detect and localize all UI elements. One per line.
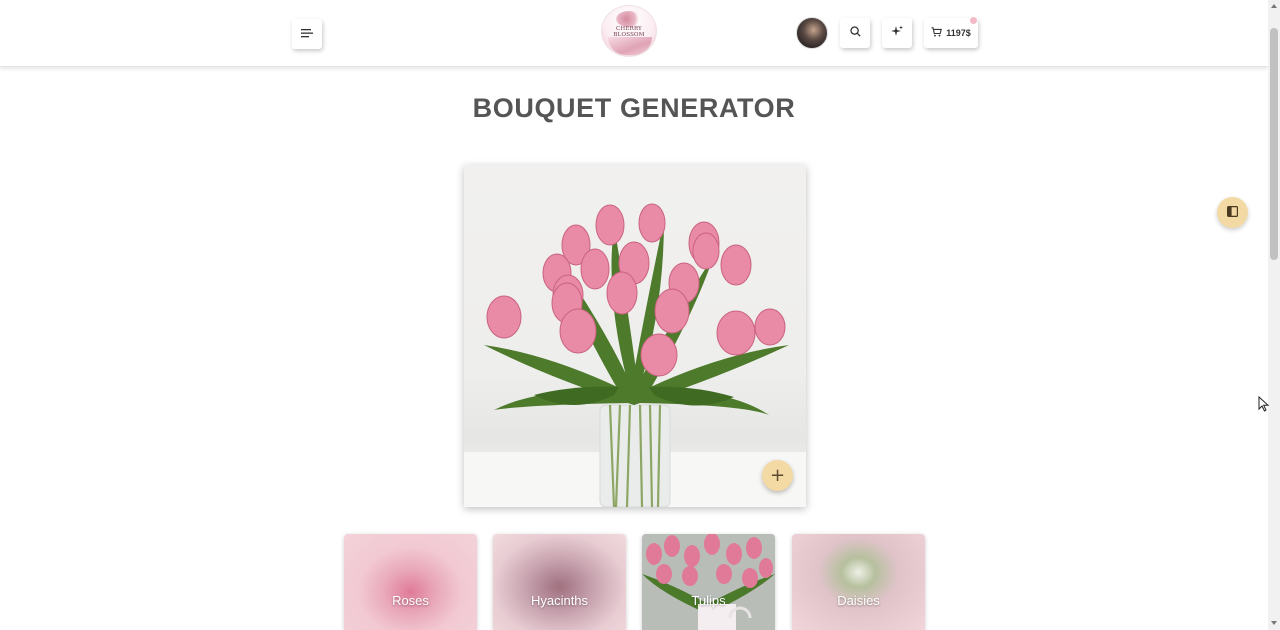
page-title: BOUQUET GENERATOR	[472, 93, 796, 123]
cart-total: 1197$	[946, 28, 971, 38]
search-icon	[849, 24, 861, 42]
ai-generate-button[interactable]	[882, 18, 912, 48]
bouquet-preview-image	[464, 165, 806, 507]
sparkle-icon	[891, 24, 903, 42]
thumbnail-daisies[interactable]: Daisies	[792, 534, 925, 630]
thumbnail-label: Tulips	[691, 593, 726, 608]
mouse-cursor-icon	[1258, 395, 1270, 417]
page-scrollbar[interactable]	[1268, 0, 1280, 630]
menu-button[interactable]	[292, 19, 322, 49]
thumbnail-label: Hyacinths	[530, 593, 589, 608]
cart-icon	[931, 27, 943, 39]
thumbnail-label: Roses	[392, 593, 429, 608]
thumbnail-tulips[interactable]: Tulips	[642, 534, 775, 630]
side-panel-button[interactable]	[1217, 197, 1248, 228]
add-to-bouquet-button[interactable]: +	[762, 460, 793, 491]
thumbnail-roses[interactable]: Roses	[344, 534, 477, 630]
thumbnail-label: Daisies	[837, 593, 880, 608]
panel-icon	[1227, 204, 1239, 222]
thumbnail-hyacinths[interactable]: Hyacinths	[493, 534, 626, 630]
cart-badge	[970, 17, 977, 24]
scroll-down-arrow-icon[interactable]	[1271, 621, 1277, 625]
search-button[interactable]	[840, 18, 870, 48]
top-header: CHERRY BLOSSOM 1197$	[0, 0, 1268, 67]
scroll-thumb[interactable]	[1270, 28, 1278, 260]
brand-logo[interactable]: CHERRY BLOSSOM	[601, 5, 657, 57]
blossom-icon	[616, 11, 642, 27]
scroll-up-arrow-icon[interactable]	[1271, 4, 1277, 8]
avatar[interactable]	[796, 17, 828, 49]
menu-icon	[301, 25, 313, 43]
cart-button[interactable]: 1197$	[924, 17, 978, 48]
